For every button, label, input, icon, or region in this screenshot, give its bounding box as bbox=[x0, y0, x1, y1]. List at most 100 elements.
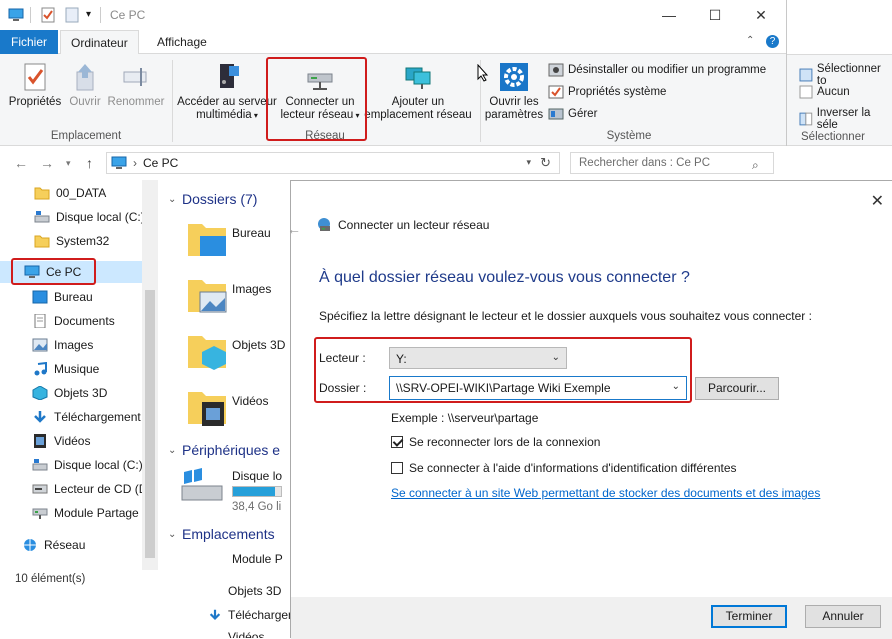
chevron-down-icon: ⌄ bbox=[551, 352, 560, 363]
close-button[interactable]: ✕ bbox=[738, 0, 784, 30]
nav-item-images[interactable]: Images bbox=[0, 334, 142, 356]
group-label-reseau: Réseau bbox=[305, 130, 345, 142]
properties-check-icon[interactable] bbox=[40, 7, 56, 23]
ribbon-tabs: Fichier Ordinateur Affichage ⌃ ? bbox=[0, 30, 786, 55]
nav-item-module-partage[interactable]: Module Partage bbox=[0, 502, 142, 524]
device-tile-disque-local[interactable]: Disque lo 38,4 Go li bbox=[180, 468, 282, 513]
back-arrow-icon[interactable]: ← bbox=[14, 155, 28, 171]
open-button[interactable]: Ouvrir bbox=[66, 62, 104, 109]
open-settings-button[interactable]: Ouvrir les paramètres bbox=[484, 62, 544, 122]
nav-item-disque-local-2[interactable]: Disque local (C:) bbox=[0, 454, 142, 476]
bottom-item-objets-3d[interactable]: Objets 3D bbox=[228, 584, 281, 598]
folder-tile-objets-3d[interactable]: Objets 3D bbox=[186, 330, 285, 375]
breadcrumb-ce-pc[interactable]: Ce PC bbox=[143, 156, 178, 170]
title-bar: ▾ Ce PC — ☐ ✕ bbox=[0, 0, 786, 30]
collapse-chevron-icon[interactable]: ⌄ bbox=[168, 445, 176, 456]
new-folder-icon[interactable] bbox=[64, 7, 80, 23]
chevron-down-icon[interactable]: ⌄ bbox=[672, 381, 680, 392]
nav-item-00-data[interactable]: 00_DATA bbox=[0, 182, 142, 204]
mouse-cursor-icon bbox=[477, 64, 489, 82]
bottom-item-videos[interactable]: Vidéos bbox=[228, 630, 264, 638]
system-properties-button[interactable]: Propriétés système bbox=[548, 84, 666, 100]
dialog-footer: Terminer Annuler bbox=[291, 597, 892, 639]
rename-button[interactable]: Renommer bbox=[106, 62, 166, 109]
select-none-button[interactable]: Aucun bbox=[799, 85, 850, 99]
computer-icon[interactable] bbox=[8, 7, 24, 23]
recent-locations-icon[interactable]: ▾ bbox=[66, 158, 71, 169]
bottom-item-telechargements[interactable]: Téléchargements bbox=[228, 608, 290, 622]
nav-item-bureau[interactable]: Bureau bbox=[0, 286, 142, 308]
nav-item-ce-pc[interactable]: Ce PC bbox=[0, 261, 142, 283]
manage-button[interactable]: Gérer bbox=[548, 106, 597, 122]
invert-selection-button[interactable]: Inverser la séle bbox=[799, 107, 892, 131]
nav-item-videos[interactable]: Vidéos bbox=[0, 430, 142, 452]
select-all-button[interactable]: Sélectionner to bbox=[799, 63, 892, 87]
location-name[interactable]: Module P bbox=[232, 552, 283, 566]
other-credentials-checkbox-box[interactable] bbox=[391, 462, 403, 474]
add-network-location-button[interactable]: Ajouter un emplacement réseau bbox=[364, 62, 472, 122]
nav-item-telechargement[interactable]: Téléchargement bbox=[0, 406, 142, 428]
drive-letter-select[interactable]: Y: ⌄ bbox=[389, 347, 567, 369]
nav-scrollbar[interactable] bbox=[142, 180, 158, 570]
section-locations-header[interactable]: Emplacements bbox=[182, 526, 275, 542]
dropdown-arrow-icon: ▾ bbox=[353, 111, 360, 120]
scrollbar-thumb[interactable] bbox=[145, 290, 155, 558]
breadcrumb-chevron-icon[interactable]: › bbox=[133, 156, 137, 170]
help-icon[interactable]: ? bbox=[766, 35, 779, 48]
nav-item-objets-3d[interactable]: Objets 3D bbox=[0, 382, 142, 404]
refresh-icon[interactable]: ↻ bbox=[540, 155, 551, 171]
minimize-button[interactable]: — bbox=[646, 0, 692, 30]
tab-fichier[interactable]: Fichier bbox=[0, 30, 58, 54]
properties-label: Propriétés bbox=[8, 96, 62, 108]
nav-item-documents[interactable]: Documents bbox=[0, 310, 142, 332]
folder-tile-bureau[interactable]: Bureau bbox=[186, 218, 271, 263]
address-input[interactable]: › Ce PC ▾ ↻ bbox=[106, 152, 560, 174]
folder-tile-videos[interactable]: Vidéos bbox=[186, 386, 268, 431]
nav-item-label: Bureau bbox=[54, 290, 93, 304]
nav-item-disque-local-1[interactable]: Disque local (C:) bbox=[0, 206, 142, 228]
maximize-button[interactable]: ☐ bbox=[692, 0, 738, 30]
reconnect-checkbox[interactable]: Se reconnecter lors de la connexion bbox=[391, 435, 600, 449]
download-icon bbox=[208, 608, 222, 622]
cd-icon bbox=[32, 484, 48, 494]
nav-item-reseau[interactable]: Réseau bbox=[0, 534, 142, 556]
nav-item-musique[interactable]: Musique bbox=[0, 358, 142, 380]
properties-button[interactable]: Propriétés bbox=[6, 62, 64, 109]
cancel-button[interactable]: Annuler bbox=[805, 605, 881, 628]
folder-path-value: \\SRV-OPEI-WIKI\Partage Wiki Exemple bbox=[396, 381, 611, 395]
media-server-button[interactable]: Accéder au serveur multimédia ▾ bbox=[176, 62, 278, 122]
connect-network-drive-button[interactable]: Connecter un lecteur réseau ▾ bbox=[278, 62, 362, 122]
folder-path-input[interactable]: \\SRV-OPEI-WIKI\Partage Wiki Exemple ⌄ bbox=[389, 376, 687, 400]
finish-button[interactable]: Terminer bbox=[711, 605, 787, 628]
tab-ordinateur[interactable]: Ordinateur bbox=[60, 30, 139, 55]
ribbon-collapse-icon[interactable]: ⌃ bbox=[746, 35, 754, 46]
qat-dropdown-icon[interactable]: ▾ bbox=[86, 9, 91, 25]
nav-item-cd-drive[interactable]: Lecteur de CD (D bbox=[0, 478, 142, 500]
background-ribbon: Sélectionner to Aucun Inverser la séle S… bbox=[787, 54, 892, 146]
other-credentials-checkbox[interactable]: Se connecter à l'aide d'informations d'i… bbox=[391, 461, 737, 475]
web-storage-link[interactable]: Se connecter à un site Web permettant de… bbox=[391, 486, 820, 500]
folder-tile-images[interactable]: Images bbox=[186, 274, 271, 319]
device-space-label: 38,4 Go li bbox=[232, 501, 282, 513]
collapse-chevron-icon[interactable]: ⌄ bbox=[168, 529, 176, 540]
section-devices-header[interactable]: Périphériques e bbox=[182, 442, 280, 458]
section-folders-header[interactable]: Dossiers (7) bbox=[182, 191, 257, 207]
collapse-chevron-icon[interactable]: ⌄ bbox=[168, 194, 176, 205]
dialog-close-button[interactable]: ✕ bbox=[871, 191, 884, 211]
up-arrow-icon[interactable]: ↑ bbox=[86, 155, 93, 171]
images-icon bbox=[32, 338, 48, 352]
search-input[interactable]: Rechercher dans : Ce PC bbox=[570, 152, 774, 174]
content-pane: ⌄ Dossiers (7) Bureau Images Objets 3D V… bbox=[160, 180, 290, 638]
uninstall-program-button[interactable]: Désinstaller ou modifier un programme bbox=[548, 62, 766, 78]
tab-affichage[interactable]: Affichage bbox=[147, 30, 217, 54]
nav-item-system32[interactable]: System32 bbox=[0, 230, 142, 252]
nav-item-label: Lecteur de CD (D bbox=[54, 482, 142, 496]
reconnect-label: Se reconnecter lors de la connexion bbox=[409, 435, 601, 449]
folder-icon bbox=[34, 187, 50, 200]
dialog-back-arrow-icon[interactable]: ← bbox=[287, 221, 301, 237]
forward-arrow-icon[interactable]: → bbox=[40, 155, 54, 171]
address-dropdown-icon[interactable]: ▾ bbox=[526, 157, 531, 168]
reconnect-checkbox-box[interactable] bbox=[391, 436, 403, 448]
nav-item-label: System32 bbox=[56, 234, 110, 248]
browse-button[interactable]: Parcourir... bbox=[695, 377, 779, 400]
